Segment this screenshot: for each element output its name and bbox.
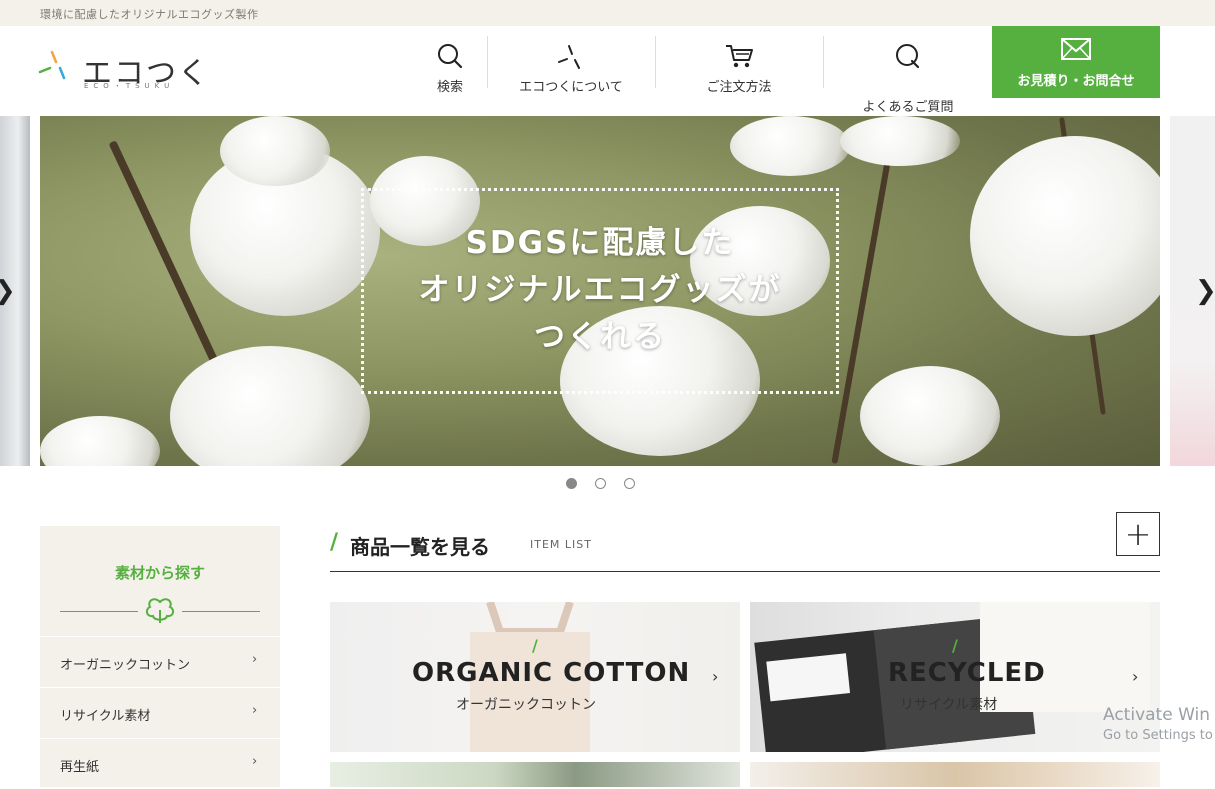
windows-activation-watermark-sub: Go to Settings to bbox=[1103, 728, 1213, 743]
sidebar-item-label: オーガニックコットン bbox=[60, 658, 191, 673]
hero-headline-line: SDGSに配慮した bbox=[465, 225, 735, 261]
hero-cotton bbox=[40, 416, 160, 466]
cart-icon bbox=[724, 36, 754, 70]
contact-button-label: お見積り・お問合せ bbox=[1017, 74, 1135, 89]
nav-search[interactable]: 検索 bbox=[420, 26, 480, 116]
section-title: 商品一覧を見る bbox=[350, 535, 490, 559]
question-icon bbox=[894, 36, 922, 70]
card-title-en: ORGANIC COTTON bbox=[412, 658, 691, 688]
carousel-prev-icon[interactable]: ❯ bbox=[0, 276, 16, 306]
chevron-right-icon: › bbox=[1132, 667, 1139, 686]
sidebar-item-label: 再生紙 bbox=[60, 760, 100, 775]
hero-slide: SDGSに配慮した オリジナルエコグッズが つくれる bbox=[40, 116, 1160, 466]
hero-cotton bbox=[860, 366, 1000, 466]
cotton-icon bbox=[145, 598, 175, 623]
card-accent: / bbox=[952, 636, 958, 655]
chevron-right-icon: › bbox=[252, 652, 258, 667]
nav-about-label: エコつくについて bbox=[519, 80, 623, 95]
hero-headline-line: つくれる bbox=[534, 319, 666, 355]
mail-icon bbox=[1061, 38, 1091, 64]
carousel-dot-3[interactable] bbox=[624, 478, 635, 489]
sidebar-title: 素材から探す bbox=[114, 564, 205, 582]
card-title-jp: オーガニックコットン bbox=[456, 697, 596, 713]
nav-divider bbox=[655, 36, 656, 88]
material-sidebar: 素材から探す オーガニックコットン › リサイクル素材 › 再生紙 › bbox=[40, 526, 280, 787]
nav-divider bbox=[823, 36, 824, 88]
top-bar: 環境に配慮したオリジナルエコグッズ製作 bbox=[0, 0, 1215, 26]
site-logo[interactable]: エコつく ECO・TSUKU bbox=[38, 44, 218, 94]
nav-order-label: ご注文方法 bbox=[706, 80, 772, 95]
hero-cotton bbox=[220, 116, 330, 186]
chevron-right-icon: › bbox=[712, 667, 719, 686]
section-subtitle: ITEM LIST bbox=[530, 538, 592, 551]
heading-accent: / bbox=[330, 530, 339, 555]
card-title-en: RECYCLED bbox=[888, 658, 1046, 688]
category-card-peek[interactable] bbox=[330, 762, 740, 787]
category-card-recycled[interactable]: / RECYCLED リサイクル素材 › bbox=[750, 602, 1160, 752]
carousel-dots bbox=[566, 478, 635, 489]
nav-faq[interactable]: よくあるご質問 bbox=[846, 26, 970, 116]
logo-subtext: ECO・TSUKU bbox=[84, 82, 175, 90]
carousel-next-icon[interactable]: ❯ bbox=[1195, 276, 1215, 306]
chevron-right-icon: › bbox=[252, 703, 258, 718]
category-card-organic-cotton[interactable]: / ORGANIC COTTON オーガニックコットン › bbox=[330, 602, 740, 752]
hero-cotton bbox=[730, 116, 850, 176]
card-accent: / bbox=[532, 636, 538, 655]
nav-about[interactable]: エコつくについて bbox=[500, 26, 642, 116]
sidebar-item-recycled-paper[interactable]: 再生紙 › bbox=[40, 738, 280, 789]
hero-cotton bbox=[970, 136, 1160, 336]
carousel-dot-1[interactable] bbox=[566, 478, 577, 489]
tagline: 環境に配慮したオリジナルエコグッズ製作 bbox=[40, 8, 259, 21]
nav-search-label: 検索 bbox=[436, 80, 463, 95]
sidebar-item-organic-cotton[interactable]: オーガニックコットン › bbox=[40, 636, 280, 687]
item-list-heading: / 商品一覧を見る ITEM LIST bbox=[330, 526, 1160, 572]
hero-cotton bbox=[170, 346, 370, 466]
search-icon bbox=[436, 36, 464, 70]
logo-mark-icon bbox=[557, 36, 585, 70]
sidebar-item-recycled[interactable]: リサイクル素材 › bbox=[40, 687, 280, 738]
sidebar-divider bbox=[182, 611, 260, 612]
logo-mark-icon bbox=[38, 50, 66, 80]
category-card-peek[interactable] bbox=[750, 762, 1160, 787]
hero-headline-line: オリジナルエコグッズが bbox=[418, 272, 782, 308]
plus-icon: + bbox=[1124, 515, 1152, 553]
nav-order[interactable]: ご注文方法 bbox=[680, 26, 798, 116]
expand-button[interactable]: + bbox=[1116, 512, 1160, 556]
hero-headline: SDGSに配慮した オリジナルエコグッズが つくれる bbox=[361, 220, 839, 361]
nav-divider bbox=[487, 36, 488, 88]
chevron-right-icon: › bbox=[252, 754, 258, 769]
contact-button[interactable]: お見積り・お問合せ bbox=[992, 26, 1160, 98]
sidebar-divider bbox=[60, 611, 138, 612]
carousel-dot-2[interactable] bbox=[595, 478, 606, 489]
sidebar-item-label: リサイクル素材 bbox=[60, 709, 151, 724]
hero-cotton bbox=[840, 116, 960, 166]
card-title-jp: リサイクル素材 bbox=[900, 697, 998, 713]
nav-faq-label: よくあるご質問 bbox=[862, 100, 954, 115]
windows-activation-watermark: Activate Win bbox=[1103, 705, 1211, 725]
